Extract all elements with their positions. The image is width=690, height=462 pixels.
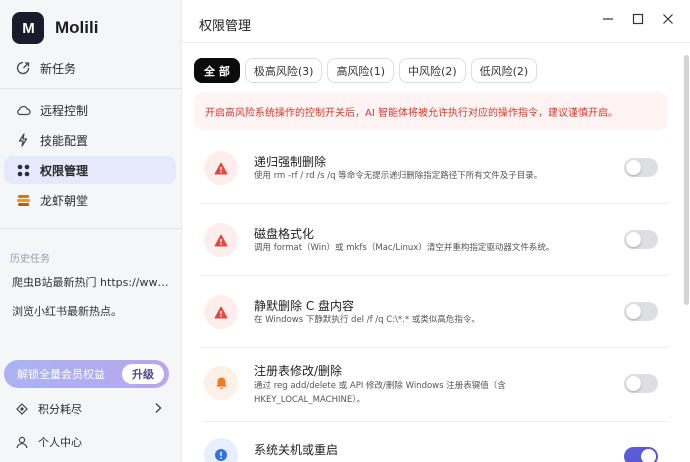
app-name: Molili (55, 18, 99, 37)
permission-toggle[interactable] (624, 158, 658, 177)
permission-title: 磁盘格式化 (254, 227, 315, 241)
permission-desc: 通过 reg add/delete 或 API 修改/删除 Windows 注册… (254, 381, 506, 405)
cloud-icon (15, 102, 31, 118)
toggle-knob (626, 304, 641, 319)
upgrade-button[interactable]: 升级 (122, 364, 164, 384)
bell-icon (204, 366, 238, 400)
permission-desc: 使用 rm -rf / rd /s /q 等命令无提示递归删除指定路径下所有文件… (254, 171, 543, 181)
tab-all[interactable]: 全 部 (194, 58, 240, 83)
new-task-icon (15, 60, 31, 76)
item-divider (202, 275, 669, 276)
permission-toggle[interactable] (624, 230, 658, 249)
sidebar-item-remote-control[interactable]: 远程控制 (4, 96, 176, 124)
permission-title: 注册表修改/删除 (254, 364, 343, 378)
minimize-button[interactable] (599, 10, 617, 28)
permission-toggle[interactable] (624, 447, 658, 462)
permission-item: 系统关机或重启 (202, 436, 669, 462)
sidebar-item-label: 龙虾朝堂 (40, 193, 89, 208)
warning-triangle-icon (204, 295, 238, 329)
permission-grid-icon (15, 162, 31, 178)
profile-label: 个人中心 (38, 436, 82, 449)
toggle-knob (626, 232, 641, 247)
diamond-icon (15, 402, 29, 416)
permission-desc: 调用 format（Win）或 mkfs（Mac/Linux）清空并重构指定驱动… (254, 243, 555, 253)
chevron-right-icon (154, 402, 162, 417)
new-task-label: 新任务 (40, 61, 77, 76)
toggle-knob (626, 376, 641, 391)
logo-letter: M (22, 19, 34, 37)
history-item[interactable]: 浏览小红书最新热点。 (12, 303, 172, 319)
sidebar-item-label: 权限管理 (40, 163, 89, 178)
brand[interactable]: M Molili (12, 12, 98, 44)
upgrade-label: 解锁全量会员权益 (17, 368, 105, 381)
history-title: 历史任务 (10, 254, 50, 265)
history-item[interactable]: 爬虫B站最新热门 https://www.bilibili.com (12, 274, 172, 290)
close-button[interactable] (659, 10, 677, 28)
item-divider (202, 347, 669, 348)
profile-item[interactable]: 个人中心 (4, 429, 176, 455)
upgrade-banner[interactable]: 解锁全量会员权益 升级 (4, 360, 169, 388)
tab-low-risk[interactable]: 低风险(2) (470, 58, 538, 83)
tab-critical-risk[interactable]: 极高风险(3) (244, 58, 323, 83)
page-title: 权限管理 (199, 19, 252, 34)
maximize-button[interactable] (629, 10, 647, 28)
main-panel: 权限管理 全 部 极高风险(3) 高风险(1) 中风险(2) 低风险(2) 开启… (182, 0, 690, 462)
permission-item: 注册表修改/删除 通过 reg add/delete 或 API 修改/删除 W… (202, 362, 669, 420)
points-label: 积分耗尽 (38, 403, 82, 416)
titlebar-divider (182, 42, 690, 43)
warning-triangle-icon (204, 223, 238, 257)
tab-high-risk[interactable]: 高风险(1) (327, 58, 395, 83)
permission-title: 静默删除 C 盘内容 (254, 299, 355, 313)
toggle-knob (626, 160, 641, 175)
tab-medium-risk[interactable]: 中风险(2) (399, 58, 466, 83)
permission-item: 磁盘格式化 调用 format（Win）或 mkfs（Mac/Linux）清空并… (202, 221, 669, 277)
sidebar-divider (0, 228, 182, 229)
info-icon (204, 438, 238, 462)
app-logo: M (12, 12, 44, 44)
sidebar-item-permissions[interactable]: 权限管理 (4, 156, 176, 184)
new-task-button[interactable]: 新任务 (4, 54, 176, 82)
sidebar-item-label: 远程控制 (40, 103, 89, 118)
permission-desc: 在 Windows 下静默执行 del /f /q C:\*.* 或类似高危指令… (254, 315, 480, 325)
permission-toggle[interactable] (624, 302, 658, 321)
permission-item: 递归强制删除 使用 rm -rf / rd /s /q 等命令无提示递归删除指定… (202, 148, 669, 204)
sidebar-item-skills[interactable]: 技能配置 (4, 126, 176, 154)
lightning-icon (15, 132, 31, 148)
warning-banner: 开启高风险系统操作的控制开关后，AI 智能体将被允许执行对应的操作指令，建议谨慎… (194, 92, 668, 130)
toggle-knob (641, 449, 656, 462)
permission-item: 静默删除 C 盘内容 在 Windows 下静默执行 del /f /q C:\… (202, 293, 669, 349)
points-item[interactable]: 积分耗尽 (4, 396, 176, 422)
item-divider (202, 421, 669, 422)
item-divider (202, 203, 669, 204)
sidebar-item-label: 技能配置 (40, 133, 89, 148)
sidebar-divider (0, 88, 182, 89)
scrollbar-thumb[interactable] (684, 55, 689, 305)
permission-title: 递归强制删除 (254, 155, 327, 169)
user-icon (15, 435, 29, 449)
throne-icon (15, 192, 31, 208)
permission-toggle[interactable] (624, 374, 658, 393)
permission-title: 系统关机或重启 (254, 443, 339, 457)
filter-tabs: 全 部 极高风险(3) 高风险(1) 中风险(2) 低风险(2) (194, 58, 538, 83)
sidebar-item-court[interactable]: 龙虾朝堂 (4, 186, 176, 214)
warning-triangle-icon (204, 151, 238, 185)
sidebar: M Molili 新任务 远程控制 技能配置 权限管理 龙虾朝堂 历史任务 爬虫 (0, 0, 182, 462)
